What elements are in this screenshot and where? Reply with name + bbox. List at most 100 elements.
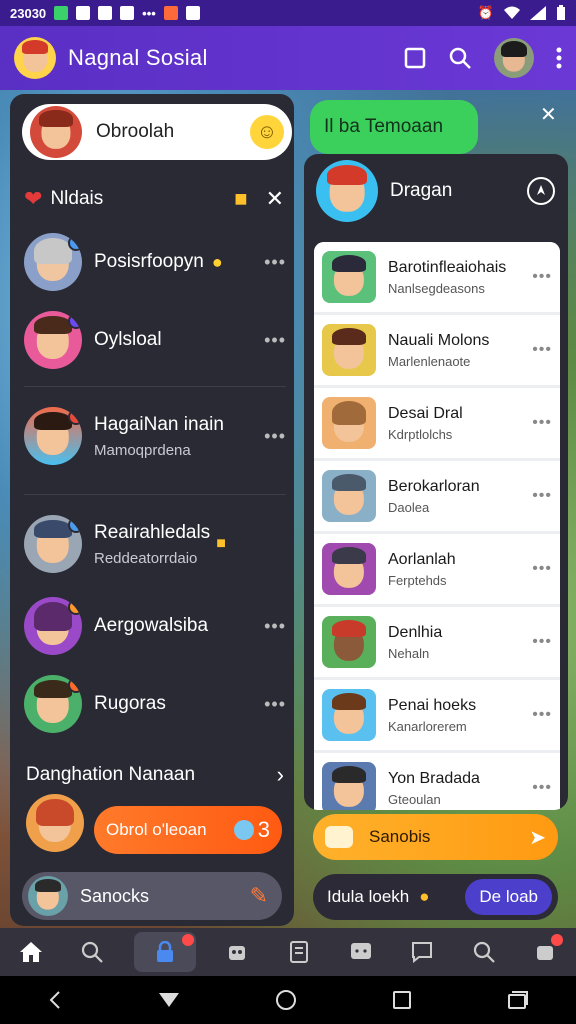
recents-icon[interactable]	[507, 990, 529, 1010]
more-icon[interactable]: •••	[264, 330, 286, 351]
list-item[interactable]: Posisrfoopyn ● •••	[24, 230, 286, 294]
status-icon	[120, 6, 135, 20]
thumbnail	[322, 251, 376, 303]
danghation-link[interactable]: Danghation Nanaan ›	[26, 762, 284, 788]
avatar	[26, 794, 84, 852]
more-icon[interactable]: •••	[532, 487, 552, 505]
pill-left-label: Idula loekh	[327, 887, 410, 906]
list-item[interactable]: Denlhia Nehaln •••	[314, 607, 560, 677]
more-icon[interactable]: •••	[532, 414, 552, 432]
list-item[interactable]: Berokarloran Daolea •••	[314, 461, 560, 531]
right-header-label: Dragan	[390, 180, 453, 201]
more-vert-icon[interactable]	[556, 47, 562, 69]
chat-count: 3	[257, 817, 270, 842]
top-card[interactable]: Obroolah ☺	[22, 104, 292, 160]
contact-name: Oylsloal	[94, 329, 162, 350]
more-icon[interactable]: •••	[532, 706, 552, 724]
message-icon[interactable]	[341, 932, 381, 972]
pencil-icon[interactable]: ✎	[250, 883, 268, 909]
list-item[interactable]: Penai hoeks Kanarlorerem •••	[314, 680, 560, 750]
chat-button[interactable]: Obrol o'leoan 3	[94, 806, 282, 854]
card-subtitle: Gteoulan	[388, 791, 441, 807]
thumbnail	[322, 762, 376, 810]
contact-subtitle: Reddeatorrdaio	[94, 549, 198, 567]
card-subtitle: Kanarlorerem	[388, 718, 467, 734]
thumbnail	[322, 616, 376, 668]
home-icon[interactable]	[11, 932, 51, 972]
status-icon	[76, 6, 91, 20]
more-icon[interactable]: •••	[264, 252, 286, 273]
more-icon[interactable]: •••	[532, 779, 552, 797]
friend-bubble-label: Il ba Temoaan	[324, 116, 444, 137]
overview-icon[interactable]	[392, 990, 412, 1010]
lock-icon[interactable]	[133, 932, 196, 972]
more-icon[interactable]: •••	[264, 694, 286, 715]
status-icon	[185, 6, 200, 20]
close-icon[interactable]: ✕	[540, 102, 557, 127]
cat-icon[interactable]: ■	[234, 186, 247, 212]
list-item[interactable]: Reairahledals Reddeatorrdaio ■	[24, 508, 286, 580]
back-icon[interactable]	[47, 990, 63, 1010]
list-item[interactable]: Desai Dral Kdrptlolchs •••	[314, 388, 560, 458]
list-item[interactable]: Oylsloal •••	[24, 308, 286, 372]
alarm-icon: ⏰	[477, 5, 494, 20]
more-icon[interactable]: •••	[264, 426, 286, 447]
window-icon[interactable]	[404, 47, 426, 69]
avatar	[316, 160, 378, 222]
home-circle-icon[interactable]	[275, 989, 297, 1011]
bottom-search-label: Sanocks	[80, 885, 150, 906]
more-icon[interactable]: •••	[532, 268, 552, 286]
avatar	[24, 515, 82, 573]
bot-icon[interactable]	[217, 932, 257, 972]
more-icon[interactable]: •••	[532, 560, 552, 578]
chat-button-label: Obrol o'leoan	[106, 820, 207, 839]
avatar	[24, 233, 82, 291]
right-header[interactable]: Dragan	[316, 154, 556, 228]
profile-avatar[interactable]	[494, 38, 534, 78]
status-time: 23030	[10, 5, 47, 21]
more-icon[interactable]: •••	[532, 341, 552, 359]
more-icon[interactable]: •••	[264, 616, 286, 637]
shuffle-icon[interactable]: ✕	[266, 186, 284, 212]
forward-icon: ➤	[529, 826, 546, 849]
thumbnail	[322, 543, 376, 595]
down-triangle-icon[interactable]	[158, 991, 180, 1009]
more-icon[interactable]: •••	[532, 633, 552, 651]
app-logo-avatar[interactable]	[14, 37, 56, 79]
contact-name: Aergowalsiba	[94, 615, 209, 636]
chat-icon[interactable]	[402, 932, 442, 972]
avatar	[30, 106, 82, 158]
contact-name: Rugoras	[94, 693, 166, 714]
search-icon[interactable]	[448, 46, 472, 70]
card-name: Nauali Molons	[388, 331, 490, 349]
avatar	[24, 597, 82, 655]
search-icon[interactable]	[72, 932, 112, 972]
list-item[interactable]: Rugoras •••	[24, 672, 286, 736]
pill-row[interactable]: Idula loekh ● De loab	[313, 874, 558, 920]
notifications-icon[interactable]	[525, 932, 565, 972]
list-item[interactable]: HagaiNan inain Mamoqprdena •••	[24, 398, 286, 474]
top-card-label: Obroolah	[96, 121, 175, 142]
friend-bubble[interactable]: Il ba Temoaan	[310, 100, 478, 163]
danghation-label: Danghation Nanaan	[26, 764, 196, 785]
card-name: Desai Dral	[388, 404, 463, 422]
list-item[interactable]: Yon Bradada Gteoulan •••	[314, 753, 560, 810]
thumbnail	[322, 689, 376, 741]
thumbnail	[322, 324, 376, 376]
signal-icon	[530, 6, 546, 20]
friend-list: Barotinfleaiohais Nanlsegdeasons ••• Naua…	[314, 242, 560, 810]
list-item[interactable]: Barotinfleaiohais Nanlsegdeasons •••	[314, 242, 560, 312]
document-icon[interactable]	[279, 932, 319, 972]
bottom-search-bar[interactable]: Sanocks ✎	[22, 872, 282, 920]
sanobis-button[interactable]: Sanobis ➤	[313, 814, 558, 860]
list-item[interactable]: Aorlanlah Ferptehds •••	[314, 534, 560, 604]
compass-icon[interactable]	[526, 176, 556, 206]
zoom-icon[interactable]	[464, 932, 504, 972]
status-bar: 23030 ••• ⏰	[0, 0, 576, 26]
chevron-right-icon: ›	[276, 762, 284, 787]
thumbnail	[322, 397, 376, 449]
list-item[interactable]: Nauali Molons Marlenlenaote •••	[314, 315, 560, 385]
pill-right-button[interactable]: De loab	[465, 879, 552, 915]
avatar	[24, 675, 82, 733]
list-item[interactable]: Aergowalsiba •••	[24, 594, 286, 658]
